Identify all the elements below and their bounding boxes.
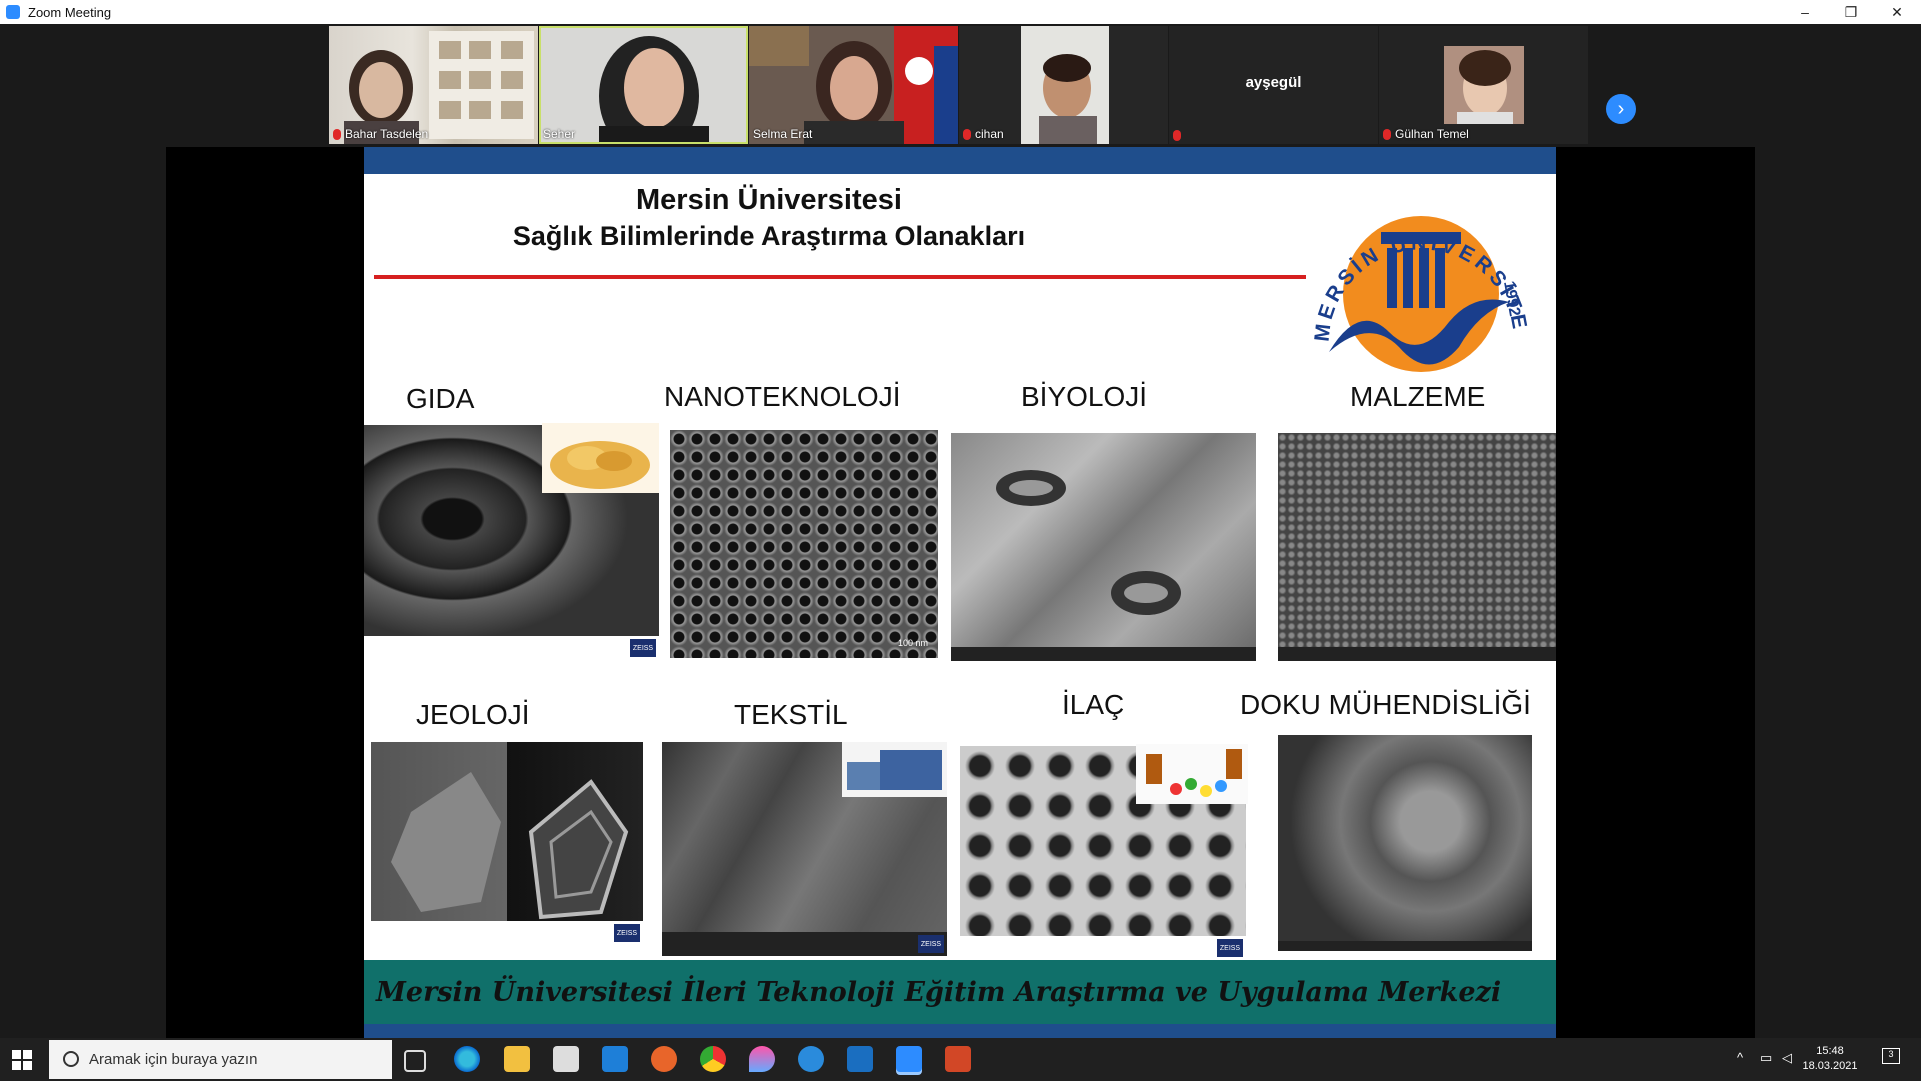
chrome-browser-icon[interactable] <box>700 1046 726 1072</box>
university-logo-icon: MERSİN ÜNİVERSİTESİ 1992 <box>1299 182 1528 372</box>
edge-browser-icon[interactable] <box>454 1046 480 1072</box>
search-placeholder: Aramak için buraya yazın <box>89 1051 258 1068</box>
network-icon[interactable]: ▭ <box>1760 1050 1772 1066</box>
task-view-icon[interactable] <box>404 1050 426 1072</box>
scale-bar-label: 100 nm <box>897 638 928 648</box>
participant-name: cihan <box>963 127 1004 141</box>
jeans-photo <box>842 742 947 797</box>
category-label-gida: GIDA <box>406 383 475 414</box>
participant-name-placeholder: ayşegül <box>1245 74 1302 91</box>
slide-title-line1: Mersin Üniversitesi <box>636 184 902 216</box>
category-label-nanoteknoloji: NANOTEKNOLOJİ <box>664 381 901 412</box>
microsoft-store-icon[interactable] <box>553 1046 579 1072</box>
participant-name: Gülhan Temel <box>1383 127 1469 141</box>
slide-title: Mersin Üniversitesi Sağlık Bilimlerinde … <box>494 182 1044 254</box>
mail-icon[interactable] <box>602 1046 628 1072</box>
slide-title-line2: Sağlık Bilimlerinde Araştırma Olanakları <box>512 221 1026 251</box>
gallery-next-button[interactable]: › <box>1606 94 1636 124</box>
category-label-doku-muhendisligi: DOKU MÜHENDİSLİĞİ <box>1240 689 1531 720</box>
mic-muted-icon <box>1173 130 1181 141</box>
mic-muted-icon <box>333 128 341 140</box>
windows-taskbar: Aramak için buraya yazın ^ ▭ ◁ 15:48 18.… <box>0 1038 1921 1081</box>
internet-explorer-icon[interactable] <box>798 1046 824 1072</box>
category-label-tekstil: TEKSTİL <box>734 699 848 730</box>
slide-footer: Mersin Üniversitesi İleri Teknoloji Eğit… <box>364 960 1556 1024</box>
participant-tile[interactable]: cihan <box>959 26 1168 144</box>
notification-count: 3 <box>1888 1049 1894 1059</box>
sem-image-biyoloji <box>951 433 1256 661</box>
participant-gallery: Bahar Tasdelen Seher Selma Erat cihan ay… <box>329 26 1589 146</box>
minimize-button[interactable]: – <box>1782 0 1828 24</box>
mic-muted-icon <box>1383 128 1391 140</box>
zoom-taskbar-icon[interactable] <box>896 1046 922 1072</box>
search-icon <box>63 1051 79 1067</box>
participant-name: Bahar Tasdelen <box>333 127 428 141</box>
sem-image-nanoteknoloji: 100 nm <box>670 430 938 658</box>
sem-image-malzeme <box>1278 433 1556 661</box>
participant-name <box>1173 130 1181 141</box>
zeiss-logo: ZEISS <box>1217 939 1243 957</box>
category-label-jeoloji: JEOLOJİ <box>416 699 530 730</box>
participant-tile-active[interactable]: Seher <box>539 26 748 144</box>
app-icon-drop[interactable] <box>749 1046 775 1072</box>
participant-tile[interactable]: Selma Erat <box>749 26 958 144</box>
participant-name: Selma Erat <box>753 127 813 141</box>
close-button[interactable]: ✕ <box>1874 0 1920 24</box>
participant-tile[interactable]: Gülhan Temel <box>1379 26 1588 144</box>
zeiss-logo: ZEISS <box>630 639 656 657</box>
zoom-app-icon <box>6 5 20 19</box>
photos-app-icon[interactable] <box>847 1046 873 1072</box>
powerpoint-icon[interactable] <box>945 1046 971 1072</box>
presentation-slide: Mersin Üniversitesi Sağlık Bilimlerinde … <box>364 147 1556 1038</box>
category-label-biyoloji: BİYOLOJİ <box>1021 381 1148 412</box>
logo-year: 1992 <box>1500 280 1523 318</box>
restore-button[interactable]: ❐ <box>1828 0 1874 24</box>
taskbar-clock[interactable]: 15:48 18.03.2021 <box>1800 1044 1860 1074</box>
taskbar-search-box[interactable]: Aramak için buraya yazın <box>49 1040 392 1079</box>
participant-name: Seher <box>543 127 576 141</box>
participant-tile[interactable]: ayşegül <box>1169 26 1378 144</box>
category-label-malzeme: MALZEME <box>1350 381 1486 412</box>
sem-image-doku <box>1278 735 1532 951</box>
clock-time: 15:48 <box>1816 1045 1844 1057</box>
participant-tile[interactable]: Bahar Tasdelen <box>329 26 538 144</box>
zeiss-logo: ZEISS <box>918 935 944 953</box>
window-title: Zoom Meeting <box>28 4 112 20</box>
slide-top-band <box>364 147 1556 174</box>
zeiss-logo: ZEISS <box>614 924 640 942</box>
show-hidden-icons-chevron[interactable]: ^ <box>1737 1050 1743 1065</box>
clock-date: 18.03.2021 <box>1802 1060 1858 1072</box>
pills-photo <box>1136 744 1248 804</box>
notification-center-icon[interactable]: 3 <box>1882 1048 1900 1064</box>
volume-icon[interactable]: ◁ <box>1782 1050 1792 1066</box>
chips-photo <box>542 423 659 493</box>
footer-text: Mersin Üniversitesi İleri Teknoloji Eğit… <box>376 976 1502 1008</box>
category-label-ilac: İLAÇ <box>1062 689 1125 720</box>
window-titlebar: Zoom Meeting – ❐ ✕ <box>0 0 1921 24</box>
file-explorer-icon[interactable] <box>504 1046 530 1072</box>
title-divider <box>374 275 1306 279</box>
slide-bottom-band <box>364 1024 1556 1038</box>
windows-start-icon[interactable] <box>12 1050 32 1070</box>
mic-muted-icon <box>963 128 971 140</box>
app-icon-orange[interactable] <box>651 1046 677 1072</box>
sem-image-jeoloji: ZEISS <box>371 742 643 945</box>
